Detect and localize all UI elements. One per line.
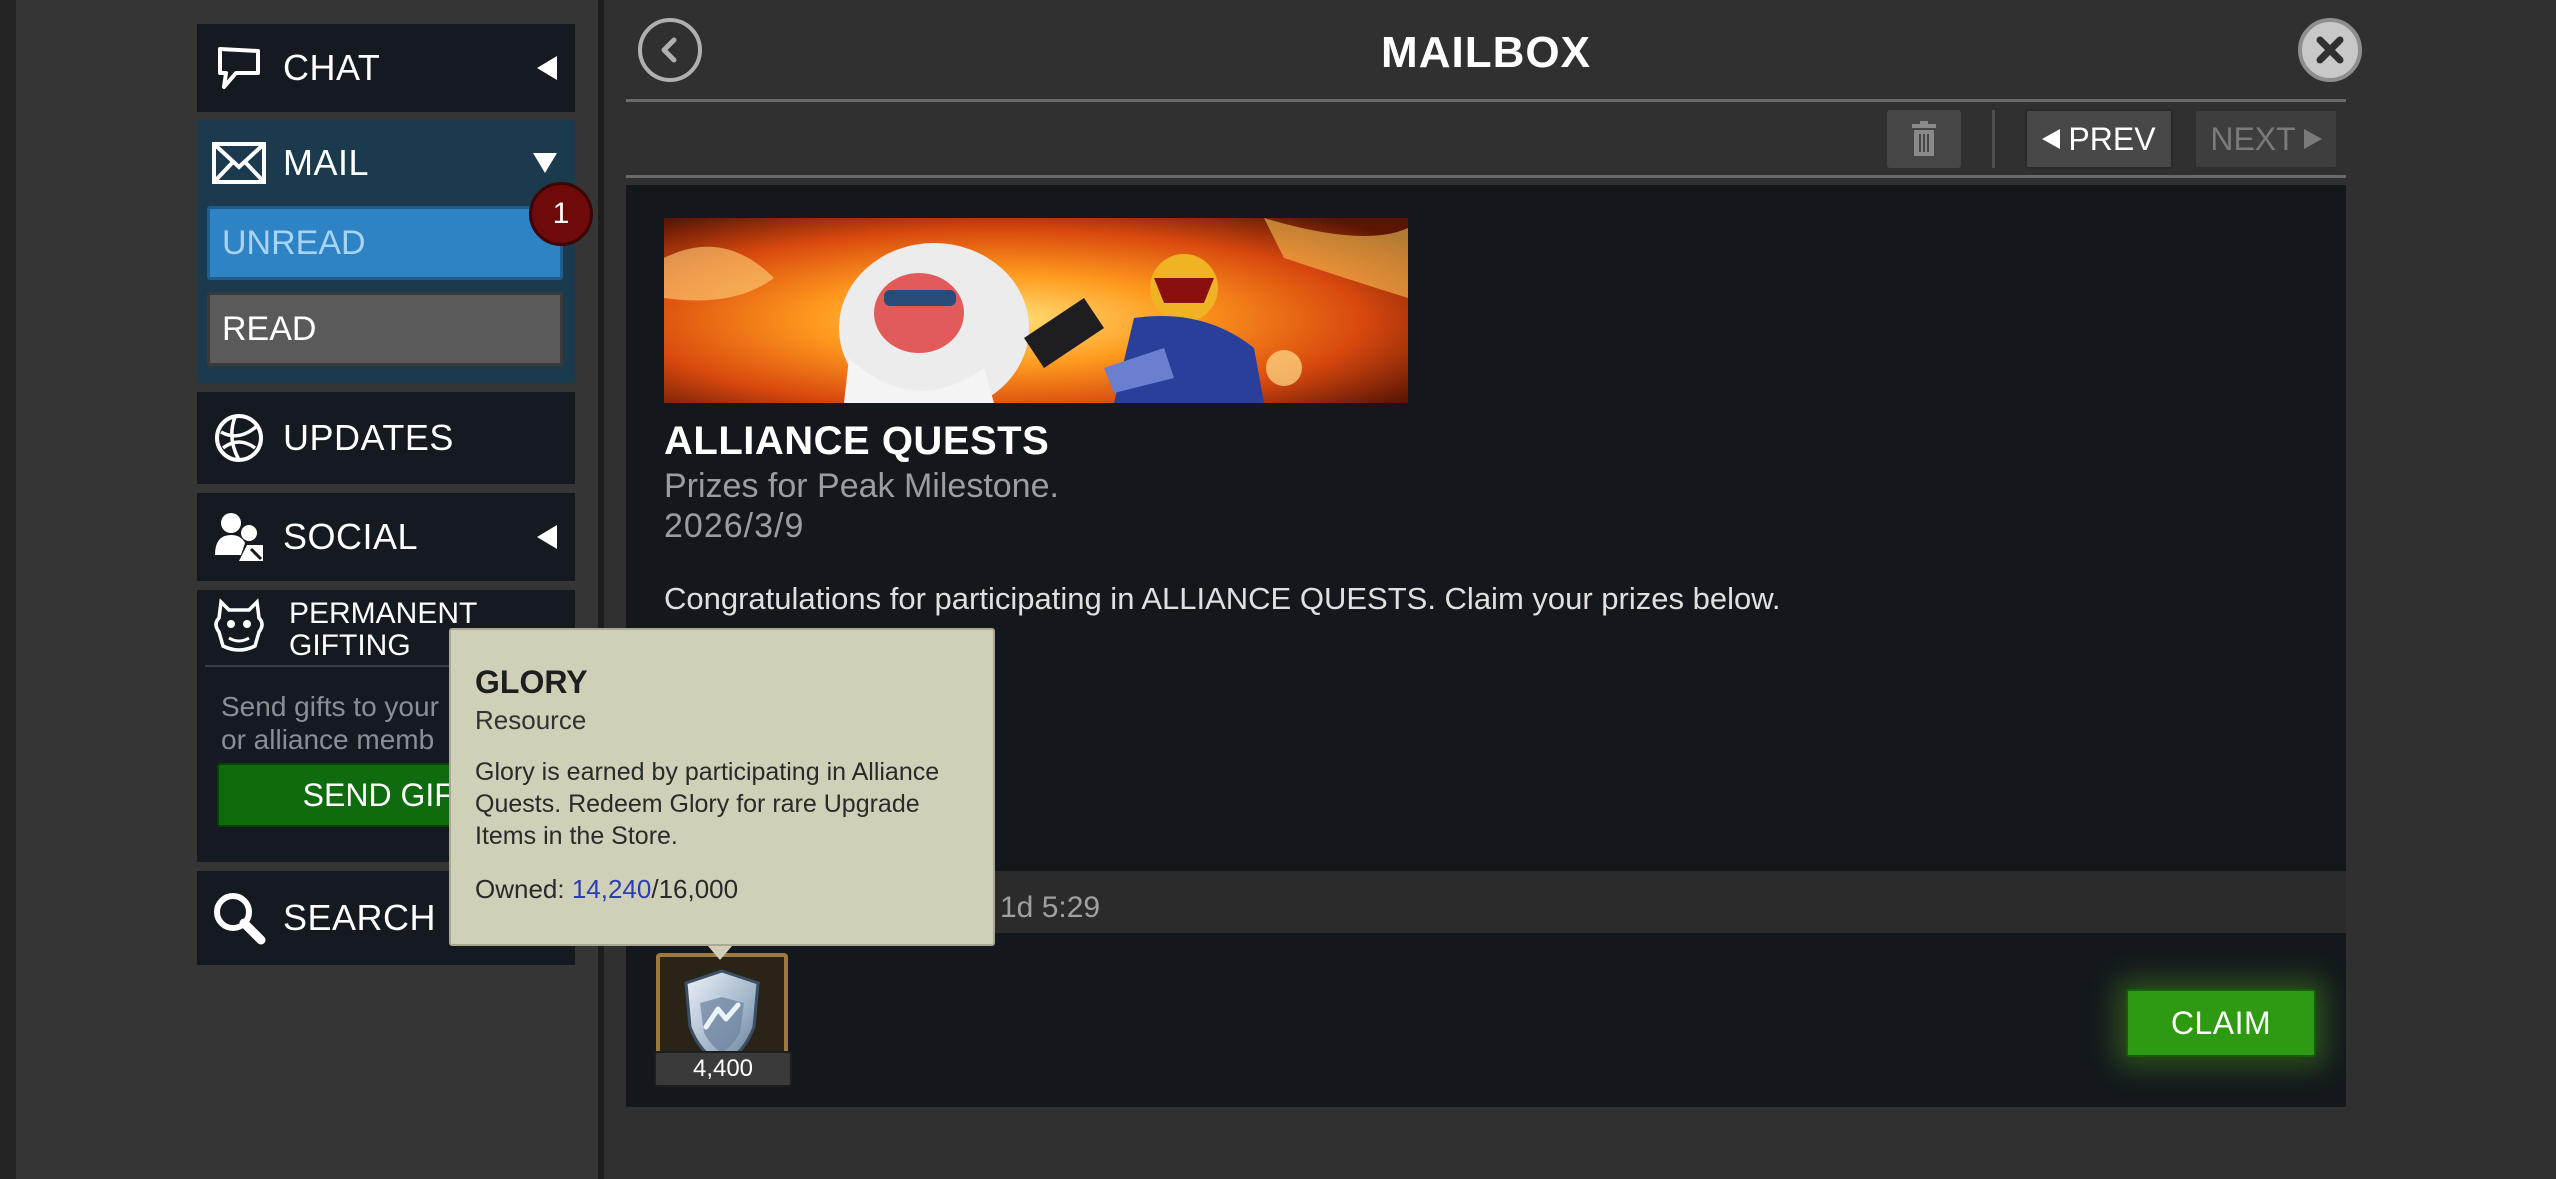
chat-icon <box>211 40 267 96</box>
tooltip-owned: Owned: 14,240/16,000 <box>475 874 738 905</box>
owned-value: 14,240 <box>571 874 652 904</box>
glory-tooltip: GLORY Resource Glory is earned by partic… <box>449 628 995 946</box>
tooltip-description: Glory is earned by participating in Alli… <box>475 758 940 850</box>
mail-icon <box>211 135 267 191</box>
sidebar-item-label: SEARCH <box>283 897 437 938</box>
unread-count-badge: 1 <box>529 182 593 246</box>
left-edge-strip <box>0 0 16 1179</box>
close-button[interactable] <box>2298 18 2362 82</box>
unread-filter-button[interactable]: UNREAD <box>207 206 563 280</box>
sidebar-item-label: MAIL <box>283 142 370 183</box>
caret-left-icon <box>537 56 557 80</box>
read-filter-button[interactable]: READ <box>207 292 563 366</box>
social-icon <box>211 509 267 565</box>
gifting-label-line1: PERMANENT <box>289 597 478 630</box>
close-icon <box>2316 36 2344 64</box>
tooltip-title: GLORY <box>475 664 588 700</box>
prev-arrow-icon <box>2042 129 2061 149</box>
updates-icon <box>211 410 267 466</box>
sidebar-item-label: CHAT <box>283 47 381 88</box>
tooltip-pointer <box>708 946 732 960</box>
rewards-panel: 4,400 CLAIM <box>626 933 2346 1107</box>
next-label: NEXT <box>2210 120 2296 157</box>
caret-left-icon <box>537 525 557 549</box>
caret-down-icon <box>533 153 557 173</box>
read-label: READ <box>222 309 317 348</box>
gifting-icon <box>211 598 267 654</box>
message-banner-image <box>664 218 1408 403</box>
message-body: Congratulations for participating in ALL… <box>664 581 1781 616</box>
sidebar-item-label: SOCIAL <box>283 516 419 557</box>
header-divider <box>626 99 2346 102</box>
sidebar-item-chat[interactable]: CHAT <box>197 24 575 112</box>
sidebar-item-mail[interactable]: MAIL UNREAD 1 READ <box>197 120 593 383</box>
message-title: ALLIANCE QUESTS <box>664 419 1050 463</box>
prev-label: PREV <box>2068 120 2156 157</box>
trash-icon <box>1912 121 1936 156</box>
panel-divider <box>598 0 604 1179</box>
delete-button[interactable] <box>1887 110 1961 168</box>
toolbar-divider <box>626 175 2346 178</box>
message-date: 2026/3/9 <box>664 507 805 545</box>
sidebar-item-updates[interactable]: UPDATES <box>197 392 575 484</box>
next-arrow-icon <box>2303 129 2322 149</box>
claim-button[interactable]: CLAIM <box>2126 989 2316 1057</box>
prev-button[interactable]: PREV <box>2025 109 2173 169</box>
reward-quantity: 4,400 <box>654 1051 792 1087</box>
page-title: MAILBOX <box>1381 28 1591 77</box>
gifting-label-line2: GIFTING <box>289 629 411 662</box>
expiration-timer: 1d 5:29 <box>1000 891 1101 924</box>
sidebar-item-social[interactable]: SOCIAL <box>197 493 575 581</box>
next-button[interactable]: NEXT <box>2194 109 2338 169</box>
sidebar-item-label: UPDATES <box>283 417 454 458</box>
unread-label: UNREAD <box>222 223 366 262</box>
tooltip-type: Resource <box>475 705 587 735</box>
search-icon <box>211 890 267 946</box>
mailbox-header: MAILBOX <box>626 0 2362 100</box>
owned-max: /16,000 <box>651 874 739 904</box>
message-subtitle: Prizes for Peak Milestone. <box>664 467 1059 505</box>
owned-label: Owned: <box>475 874 572 904</box>
toolbar-separator <box>1992 110 1995 168</box>
